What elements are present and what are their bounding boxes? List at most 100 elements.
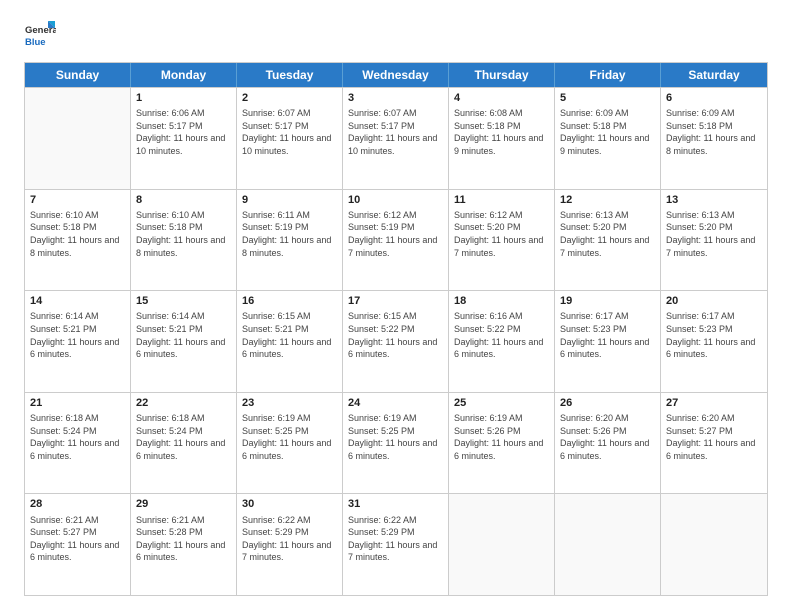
- cell-day: 30: [242, 497, 337, 511]
- cal-cell-1-6: 13 Sunrise: 6:13 AM Sunset: 5:20 PM Dayl…: [661, 190, 767, 291]
- cell-day: 25: [454, 396, 549, 410]
- cal-cell-2-5: 19 Sunrise: 6:17 AM Sunset: 5:23 PM Dayl…: [555, 291, 661, 392]
- cell-day: 28: [30, 497, 125, 511]
- cal-cell-0-3: 3 Sunrise: 6:07 AM Sunset: 5:17 PM Dayli…: [343, 88, 449, 189]
- cell-info: Sunrise: 6:13 AM Sunset: 5:20 PM Dayligh…: [560, 209, 655, 259]
- cell-info: Sunrise: 6:19 AM Sunset: 5:25 PM Dayligh…: [242, 412, 337, 462]
- cal-cell-3-5: 26 Sunrise: 6:20 AM Sunset: 5:26 PM Dayl…: [555, 393, 661, 494]
- calendar-body: 1 Sunrise: 6:06 AM Sunset: 5:17 PM Dayli…: [25, 87, 767, 595]
- cell-day: 18: [454, 294, 549, 308]
- cell-day: 26: [560, 396, 655, 410]
- cal-cell-1-4: 11 Sunrise: 6:12 AM Sunset: 5:20 PM Dayl…: [449, 190, 555, 291]
- cell-day: 5: [560, 91, 655, 105]
- header-day-thursday: Thursday: [449, 63, 555, 87]
- cal-cell-2-3: 17 Sunrise: 6:15 AM Sunset: 5:22 PM Dayl…: [343, 291, 449, 392]
- cal-cell-3-6: 27 Sunrise: 6:20 AM Sunset: 5:27 PM Dayl…: [661, 393, 767, 494]
- cell-day: 2: [242, 91, 337, 105]
- cell-info: Sunrise: 6:20 AM Sunset: 5:26 PM Dayligh…: [560, 412, 655, 462]
- cal-cell-2-1: 15 Sunrise: 6:14 AM Sunset: 5:21 PM Dayl…: [131, 291, 237, 392]
- cell-day: 29: [136, 497, 231, 511]
- cal-cell-1-1: 8 Sunrise: 6:10 AM Sunset: 5:18 PM Dayli…: [131, 190, 237, 291]
- cal-cell-2-2: 16 Sunrise: 6:15 AM Sunset: 5:21 PM Dayl…: [237, 291, 343, 392]
- calendar-row-0: 1 Sunrise: 6:06 AM Sunset: 5:17 PM Dayli…: [25, 87, 767, 189]
- cell-info: Sunrise: 6:15 AM Sunset: 5:22 PM Dayligh…: [348, 310, 443, 360]
- cell-info: Sunrise: 6:17 AM Sunset: 5:23 PM Dayligh…: [560, 310, 655, 360]
- cal-cell-4-0: 28 Sunrise: 6:21 AM Sunset: 5:27 PM Dayl…: [25, 494, 131, 595]
- cal-cell-4-6: [661, 494, 767, 595]
- cell-day: 12: [560, 193, 655, 207]
- cell-day: 13: [666, 193, 762, 207]
- cell-day: 27: [666, 396, 762, 410]
- cell-info: Sunrise: 6:17 AM Sunset: 5:23 PM Dayligh…: [666, 310, 762, 360]
- cell-info: Sunrise: 6:07 AM Sunset: 5:17 PM Dayligh…: [242, 107, 337, 157]
- cell-info: Sunrise: 6:10 AM Sunset: 5:18 PM Dayligh…: [30, 209, 125, 259]
- cal-cell-3-2: 23 Sunrise: 6:19 AM Sunset: 5:25 PM Dayl…: [237, 393, 343, 494]
- cell-info: Sunrise: 6:21 AM Sunset: 5:27 PM Dayligh…: [30, 514, 125, 564]
- cell-info: Sunrise: 6:12 AM Sunset: 5:20 PM Dayligh…: [454, 209, 549, 259]
- cell-day: 20: [666, 294, 762, 308]
- cell-info: Sunrise: 6:07 AM Sunset: 5:17 PM Dayligh…: [348, 107, 443, 157]
- cell-info: Sunrise: 6:15 AM Sunset: 5:21 PM Dayligh…: [242, 310, 337, 360]
- cell-info: Sunrise: 6:22 AM Sunset: 5:29 PM Dayligh…: [242, 514, 337, 564]
- cal-cell-3-3: 24 Sunrise: 6:19 AM Sunset: 5:25 PM Dayl…: [343, 393, 449, 494]
- cal-cell-0-5: 5 Sunrise: 6:09 AM Sunset: 5:18 PM Dayli…: [555, 88, 661, 189]
- cal-cell-1-0: 7 Sunrise: 6:10 AM Sunset: 5:18 PM Dayli…: [25, 190, 131, 291]
- calendar-row-1: 7 Sunrise: 6:10 AM Sunset: 5:18 PM Dayli…: [25, 189, 767, 291]
- cal-cell-1-5: 12 Sunrise: 6:13 AM Sunset: 5:20 PM Dayl…: [555, 190, 661, 291]
- cal-cell-4-1: 29 Sunrise: 6:21 AM Sunset: 5:28 PM Dayl…: [131, 494, 237, 595]
- cell-info: Sunrise: 6:19 AM Sunset: 5:25 PM Dayligh…: [348, 412, 443, 462]
- cell-info: Sunrise: 6:18 AM Sunset: 5:24 PM Dayligh…: [136, 412, 231, 462]
- cal-cell-3-1: 22 Sunrise: 6:18 AM Sunset: 5:24 PM Dayl…: [131, 393, 237, 494]
- cell-day: 16: [242, 294, 337, 308]
- cell-info: Sunrise: 6:14 AM Sunset: 5:21 PM Dayligh…: [30, 310, 125, 360]
- cell-day: 3: [348, 91, 443, 105]
- cell-day: 22: [136, 396, 231, 410]
- cell-info: Sunrise: 6:14 AM Sunset: 5:21 PM Dayligh…: [136, 310, 231, 360]
- cell-info: Sunrise: 6:09 AM Sunset: 5:18 PM Dayligh…: [560, 107, 655, 157]
- cell-day: 6: [666, 91, 762, 105]
- cell-day: 8: [136, 193, 231, 207]
- header-day-monday: Monday: [131, 63, 237, 87]
- header-day-tuesday: Tuesday: [237, 63, 343, 87]
- calendar-row-2: 14 Sunrise: 6:14 AM Sunset: 5:21 PM Dayl…: [25, 290, 767, 392]
- cal-cell-4-4: [449, 494, 555, 595]
- logo-icon: General Blue: [24, 20, 56, 52]
- cal-cell-2-4: 18 Sunrise: 6:16 AM Sunset: 5:22 PM Dayl…: [449, 291, 555, 392]
- cell-day: 17: [348, 294, 443, 308]
- cell-info: Sunrise: 6:08 AM Sunset: 5:18 PM Dayligh…: [454, 107, 549, 157]
- cal-cell-2-0: 14 Sunrise: 6:14 AM Sunset: 5:21 PM Dayl…: [25, 291, 131, 392]
- cal-cell-0-1: 1 Sunrise: 6:06 AM Sunset: 5:17 PM Dayli…: [131, 88, 237, 189]
- header-day-wednesday: Wednesday: [343, 63, 449, 87]
- cell-info: Sunrise: 6:06 AM Sunset: 5:17 PM Dayligh…: [136, 107, 231, 157]
- cell-day: 14: [30, 294, 125, 308]
- cell-info: Sunrise: 6:20 AM Sunset: 5:27 PM Dayligh…: [666, 412, 762, 462]
- cal-cell-0-2: 2 Sunrise: 6:07 AM Sunset: 5:17 PM Dayli…: [237, 88, 343, 189]
- calendar: SundayMondayTuesdayWednesdayThursdayFrid…: [24, 62, 768, 596]
- cell-day: 15: [136, 294, 231, 308]
- cell-day: 1: [136, 91, 231, 105]
- cell-info: Sunrise: 6:09 AM Sunset: 5:18 PM Dayligh…: [666, 107, 762, 157]
- page: General Blue SundayMondayTuesdayWednesda…: [0, 0, 792, 612]
- svg-text:Blue: Blue: [25, 37, 46, 48]
- header-day-saturday: Saturday: [661, 63, 767, 87]
- cell-info: Sunrise: 6:22 AM Sunset: 5:29 PM Dayligh…: [348, 514, 443, 564]
- cell-info: Sunrise: 6:10 AM Sunset: 5:18 PM Dayligh…: [136, 209, 231, 259]
- cell-info: Sunrise: 6:13 AM Sunset: 5:20 PM Dayligh…: [666, 209, 762, 259]
- cell-day: 4: [454, 91, 549, 105]
- cal-cell-3-0: 21 Sunrise: 6:18 AM Sunset: 5:24 PM Dayl…: [25, 393, 131, 494]
- calendar-header: SundayMondayTuesdayWednesdayThursdayFrid…: [25, 63, 767, 87]
- cell-day: 24: [348, 396, 443, 410]
- cal-cell-4-5: [555, 494, 661, 595]
- calendar-row-3: 21 Sunrise: 6:18 AM Sunset: 5:24 PM Dayl…: [25, 392, 767, 494]
- cal-cell-1-3: 10 Sunrise: 6:12 AM Sunset: 5:19 PM Dayl…: [343, 190, 449, 291]
- header-day-sunday: Sunday: [25, 63, 131, 87]
- header: General Blue: [24, 20, 768, 52]
- cal-cell-4-3: 31 Sunrise: 6:22 AM Sunset: 5:29 PM Dayl…: [343, 494, 449, 595]
- logo: General Blue: [24, 20, 56, 52]
- cell-day: 11: [454, 193, 549, 207]
- cal-cell-2-6: 20 Sunrise: 6:17 AM Sunset: 5:23 PM Dayl…: [661, 291, 767, 392]
- header-day-friday: Friday: [555, 63, 661, 87]
- cal-cell-1-2: 9 Sunrise: 6:11 AM Sunset: 5:19 PM Dayli…: [237, 190, 343, 291]
- cell-day: 9: [242, 193, 337, 207]
- cell-day: 23: [242, 396, 337, 410]
